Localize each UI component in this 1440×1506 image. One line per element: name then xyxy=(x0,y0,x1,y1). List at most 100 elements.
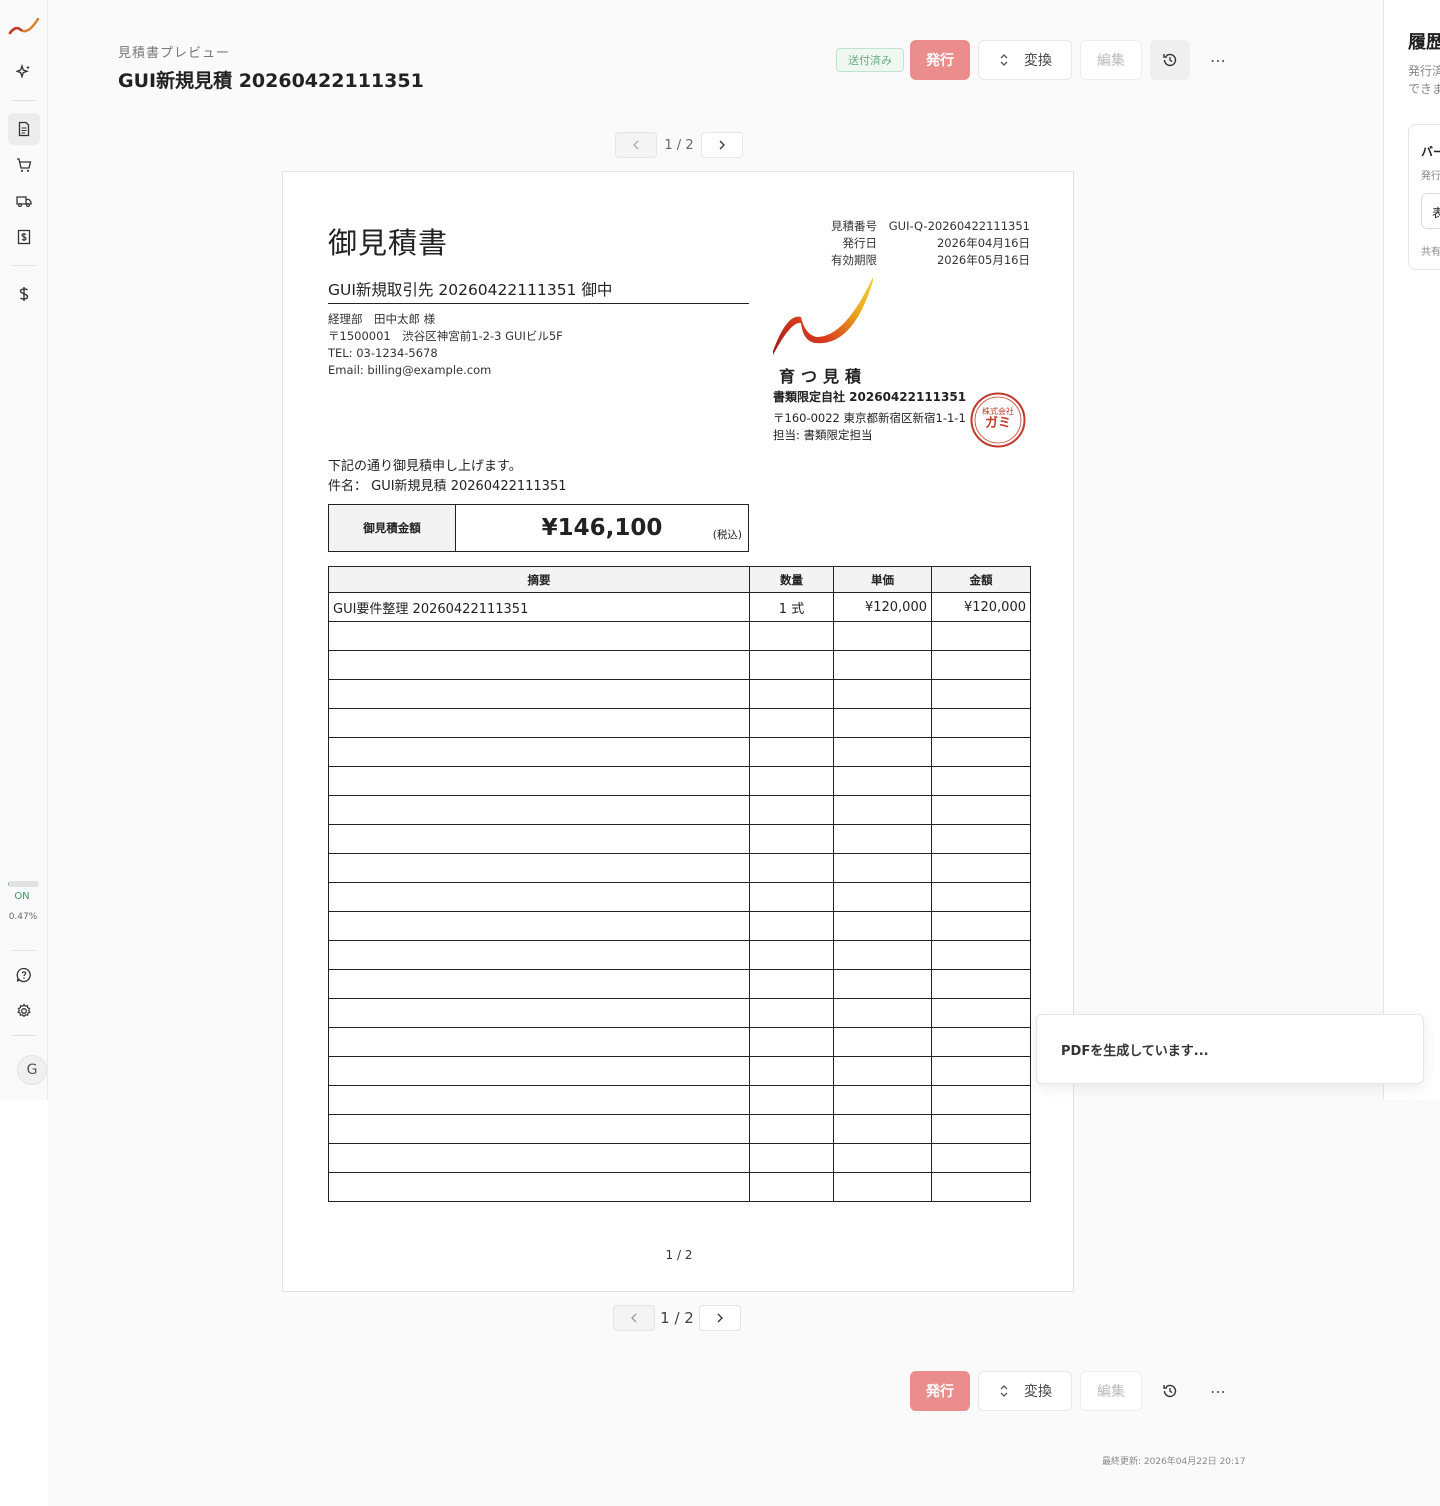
table-cell xyxy=(749,911,834,941)
table-cell xyxy=(328,1143,750,1173)
table-cell xyxy=(833,737,932,767)
table-cell xyxy=(833,940,932,970)
table-cell xyxy=(749,708,834,738)
help-button[interactable] xyxy=(8,959,40,991)
page-title: GUI新規見積 20260422111351 xyxy=(118,70,424,92)
blank-area xyxy=(0,1100,48,1506)
truck-icon xyxy=(16,196,32,208)
history-button[interactable] xyxy=(1150,40,1190,80)
table-cell xyxy=(833,1027,932,1057)
more-button[interactable]: ⋯ xyxy=(1198,1371,1238,1411)
usage-status: ON xyxy=(14,891,30,902)
table-cell xyxy=(749,969,834,999)
table-cell xyxy=(328,621,750,651)
client-contact: 経理部 田中太郎 様 xyxy=(328,312,436,326)
next-page-button[interactable] xyxy=(701,132,743,158)
history-panel-title: 履歴 xyxy=(1408,32,1440,53)
prev-page-button[interactable] xyxy=(613,1305,655,1331)
table-cell xyxy=(931,969,1031,999)
total-amount-value: ¥146,100 xyxy=(541,515,663,541)
table-cell xyxy=(931,1027,1031,1057)
table-cell xyxy=(931,1085,1031,1115)
version-view-button[interactable]: 表示 xyxy=(1421,193,1440,229)
history-button[interactable] xyxy=(1150,1371,1190,1411)
issuer-address: 〒160-0022 東京都新宿区新宿1-1-1 xyxy=(773,411,966,425)
more-button[interactable]: ⋯ xyxy=(1198,40,1238,80)
convert-button[interactable]: 変換 xyxy=(978,1371,1072,1411)
column-header: 数量 xyxy=(749,566,834,593)
app-logo-icon[interactable] xyxy=(8,10,40,42)
table-cell xyxy=(749,679,834,709)
table-cell xyxy=(833,795,932,825)
table-cell xyxy=(833,766,932,796)
table-row xyxy=(328,1085,1031,1115)
next-page-button[interactable] xyxy=(699,1305,741,1331)
usage-bar xyxy=(8,881,39,887)
help-icon xyxy=(16,967,31,983)
sidebar-item-quotes[interactable] xyxy=(8,113,40,145)
table-cell xyxy=(833,1143,932,1173)
table-row: GUI要件整理 20260422111351 1 式 ¥120,000 ¥120,00… xyxy=(328,592,1031,622)
svg-text:株式会社: 株式会社 xyxy=(982,406,1014,416)
table-cell: GUI要件整理 20260422111351 xyxy=(328,592,750,622)
table-cell xyxy=(328,679,750,709)
edit-button[interactable]: 編集 xyxy=(1080,1371,1142,1411)
sidebar-divider xyxy=(12,265,36,266)
avatar[interactable]: G xyxy=(17,1055,47,1085)
table-cell xyxy=(328,1085,750,1115)
usage-percent: 0.47% xyxy=(8,912,38,922)
table-cell xyxy=(749,650,834,680)
table-cell xyxy=(931,882,1031,912)
last-updated: 最終更新: 2026年04月22日 20:17 xyxy=(1102,1457,1246,1467)
intro-line: 下記の通り御見積申し上げます。 xyxy=(328,459,522,474)
cart-icon xyxy=(17,158,32,172)
sidebar-item-invoices[interactable] xyxy=(8,221,40,253)
table-cell xyxy=(749,882,834,912)
table-cell xyxy=(749,795,834,825)
pager-bottom: 1 / 2 xyxy=(613,1305,741,1331)
table-cell xyxy=(833,708,932,738)
version-card[interactable]: バージョン 発行 表示 共有 xyxy=(1408,124,1440,270)
table-row xyxy=(328,650,1031,680)
document-title: 御見積書 xyxy=(328,226,449,260)
ellipsis-icon: ⋯ xyxy=(1210,50,1226,70)
issuer-brand: 育つ見積 xyxy=(779,367,868,386)
settings-button[interactable] xyxy=(8,995,40,1027)
convert-button[interactable]: 変換 xyxy=(978,40,1072,80)
sidebar-item-orders[interactable] xyxy=(8,149,40,181)
sidebar-item-delivery[interactable] xyxy=(8,185,40,217)
table-cell xyxy=(328,882,750,912)
table-cell xyxy=(749,1114,834,1144)
table-cell xyxy=(328,940,750,970)
table-cell xyxy=(931,911,1031,941)
prev-page-button[interactable] xyxy=(615,132,657,158)
table-cell xyxy=(328,911,750,941)
chevron-right-icon xyxy=(717,1313,723,1323)
gear-icon xyxy=(17,1003,31,1018)
page-indicator: 1 / 2 xyxy=(660,1309,694,1327)
table-cell xyxy=(749,1085,834,1115)
table-cell xyxy=(833,969,932,999)
table-cell xyxy=(931,766,1031,796)
table-cell xyxy=(931,1114,1031,1144)
sparkle-icon[interactable] xyxy=(8,56,40,88)
edit-button[interactable]: 編集 xyxy=(1080,40,1142,80)
table-row xyxy=(328,998,1031,1028)
table-cell xyxy=(328,1114,750,1144)
table-header-row: 摘要 数量 単価 金額 xyxy=(328,566,1031,593)
ellipsis-icon: ⋯ xyxy=(1210,1381,1226,1401)
version-card-footer: 共有 xyxy=(1421,247,1440,258)
table-cell xyxy=(749,853,834,883)
chevron-left-icon xyxy=(633,140,639,150)
meta-quote-number: 見積番号 GUI-Q-20260422111351 xyxy=(831,219,1030,233)
table-cell xyxy=(931,1172,1031,1202)
sidebar-item-pricing[interactable] xyxy=(8,278,40,310)
issue-button[interactable]: 発行 xyxy=(910,1371,970,1411)
issue-button[interactable]: 発行 xyxy=(910,40,970,80)
breadcrumb: 見積書プレビュー xyxy=(118,46,231,61)
issuer-staff: 担当: 書類限定担当 xyxy=(773,428,873,442)
table-cell xyxy=(931,1143,1031,1173)
table-cell xyxy=(931,998,1031,1028)
dollar-icon xyxy=(19,287,29,301)
total-label: 御見積金額 xyxy=(329,505,456,551)
